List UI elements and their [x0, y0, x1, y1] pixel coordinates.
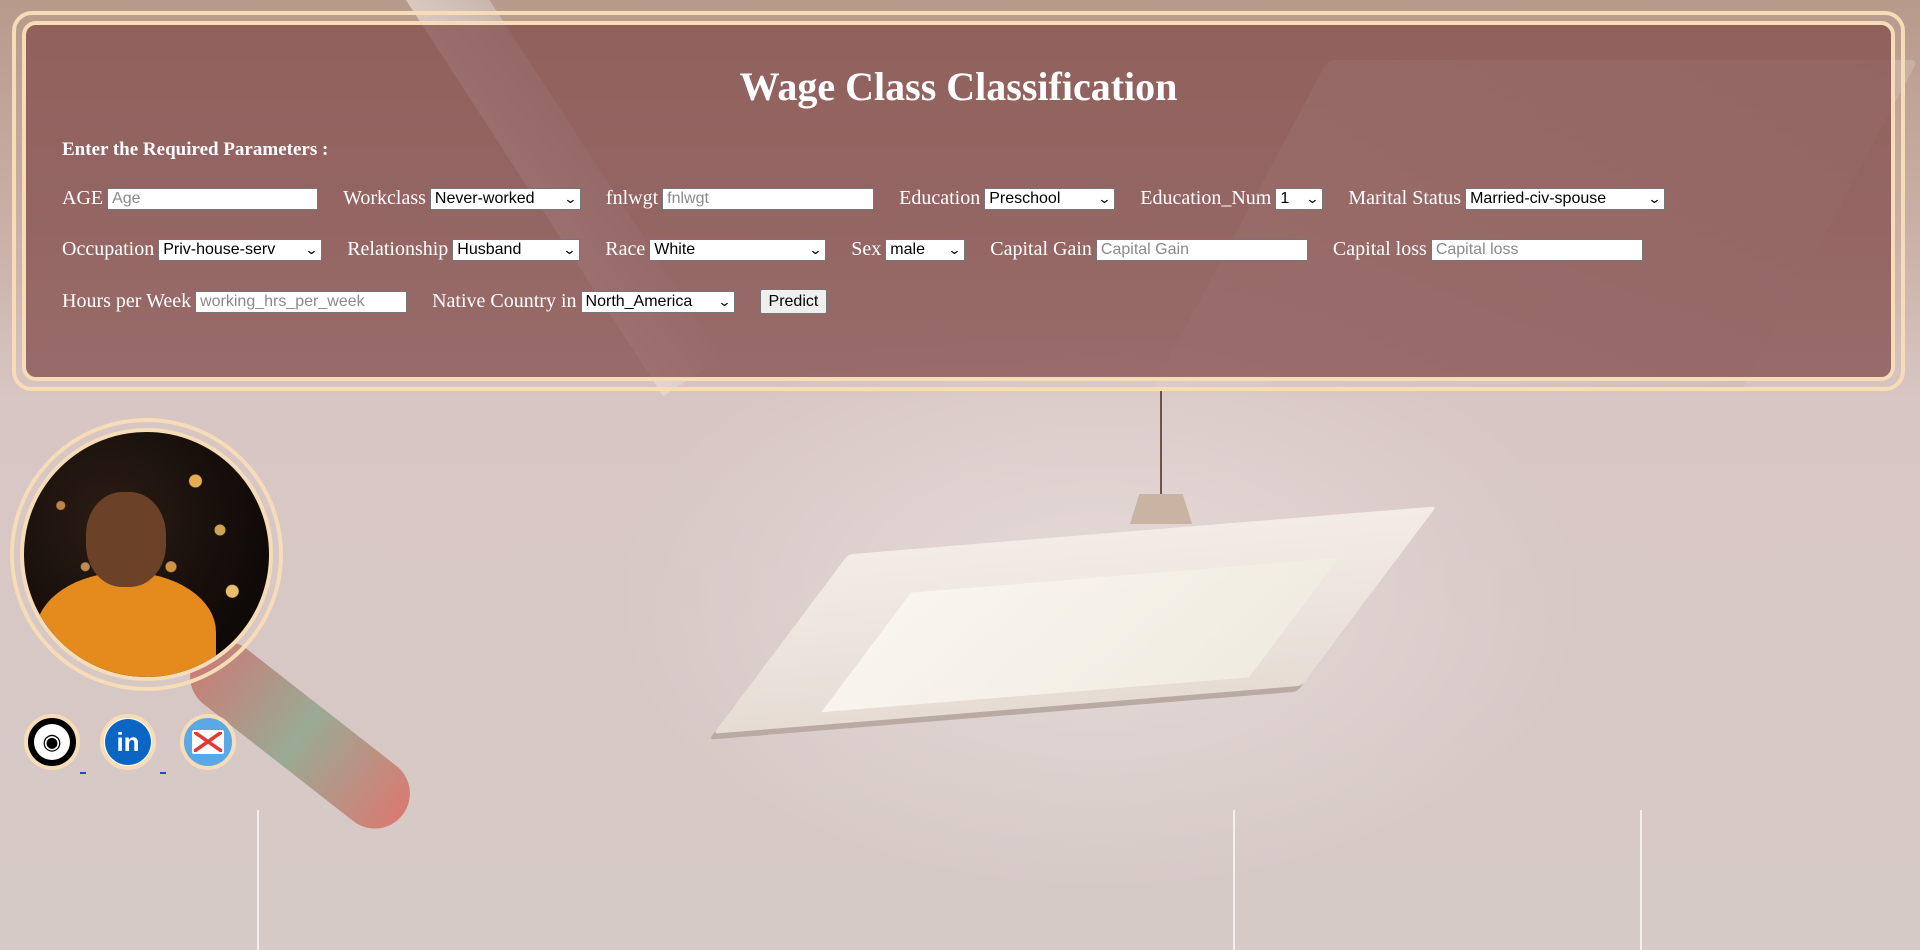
occupation-select[interactable]: Priv-house-serv ⌄	[158, 238, 323, 261]
chevron-down-icon: ⌄	[562, 241, 577, 257]
chevron-down-icon: ⌄	[947, 241, 962, 257]
chevron-down-icon: ⌄	[563, 190, 578, 206]
education-select[interactable]: Preschool ⌄	[984, 187, 1116, 210]
avatar-person-body	[36, 572, 216, 677]
background-line	[1640, 810, 1642, 950]
native-country-label: Native Country in	[432, 290, 577, 312]
marital-status-value: Married-civ-spouse	[1470, 189, 1607, 207]
fnlwgt-input[interactable]	[662, 187, 875, 210]
background-line	[257, 810, 259, 950]
chevron-down-icon: ⌄	[716, 293, 732, 309]
education-label: Education	[899, 187, 981, 209]
fnlwgt-label: fnlwgt	[605, 187, 659, 209]
native-country-value: North_America	[585, 292, 693, 310]
hours-per-week-input[interactable]	[195, 290, 408, 313]
capital-loss-input[interactable]	[1430, 238, 1643, 261]
workclass-label: Workclass	[343, 187, 426, 209]
form-row-3: Hours per Week Native Country in North_A…	[62, 289, 828, 314]
hours-per-week-field: Hours per Week	[62, 290, 408, 313]
age-input[interactable]	[107, 187, 319, 210]
form-row-1: AGE Workclass Never-worked ⌄ fnlwgt Educ…	[62, 187, 1690, 210]
form-panel-inner: Wage Class Classification Enter the Requ…	[22, 21, 1895, 381]
background-lamp-cap	[1130, 494, 1192, 524]
chevron-down-icon: ⌄	[1647, 190, 1662, 206]
race-field: Race White ⌄	[605, 238, 827, 261]
chevron-down-icon: ⌄	[304, 241, 319, 257]
relationship-label: Relationship	[347, 238, 449, 260]
relationship-value: Husband	[457, 240, 522, 258]
link-underline	[160, 772, 166, 774]
background-lamp-wire	[1160, 390, 1162, 500]
fnlwgt-field: fnlwgt	[605, 187, 875, 210]
sex-label: Sex	[851, 238, 882, 260]
avatar-person-head	[86, 492, 166, 587]
workclass-field: Workclass Never-worked ⌄	[343, 187, 581, 210]
marital-status-label: Marital Status	[1348, 187, 1462, 209]
occupation-field: Occupation Priv-house-serv ⌄	[62, 238, 323, 261]
predict-button[interactable]: Predict	[759, 289, 828, 314]
native-country-field: Native Country in North_America ⌄	[432, 290, 735, 313]
github-link[interactable]: ◉	[24, 714, 80, 770]
occupation-value: Priv-house-serv	[163, 240, 276, 258]
education-field: Education Preschool ⌄	[899, 187, 1116, 210]
gmail-link[interactable]	[180, 714, 236, 770]
form-row-2: Occupation Priv-house-serv ⌄ Relationshi…	[62, 238, 1668, 261]
relationship-field: Relationship Husband ⌄	[347, 238, 581, 261]
github-icon: ◉	[34, 724, 70, 760]
relationship-select[interactable]: Husband ⌄	[452, 238, 581, 261]
education-value: Preschool	[989, 189, 1061, 207]
workclass-select[interactable]: Never-worked ⌄	[429, 187, 581, 210]
race-select[interactable]: White ⌄	[649, 238, 827, 261]
link-underline	[80, 772, 86, 774]
capital-loss-label: Capital loss	[1332, 238, 1427, 260]
marital-status-field: Marital Status Married-civ-spouse ⌄	[1348, 187, 1666, 210]
hours-per-week-label: Hours per Week	[62, 290, 192, 312]
page-title: Wage Class Classification	[739, 64, 1178, 109]
chevron-down-icon: ⌄	[1097, 190, 1112, 206]
sex-select[interactable]: male ⌄	[885, 238, 966, 261]
profile-photo-frame	[10, 418, 283, 691]
form-panel: Wage Class Classification Enter the Requ…	[12, 11, 1905, 391]
education-num-field: Education_Num 1 ⌄	[1140, 187, 1324, 210]
gmail-icon	[192, 730, 224, 754]
sex-field: Sex male ⌄	[851, 238, 966, 261]
education-num-select[interactable]: 1 ⌄	[1275, 187, 1324, 210]
race-value: White	[654, 240, 696, 258]
linkedin-icon: in	[105, 719, 151, 765]
capital-gain-input[interactable]	[1095, 238, 1308, 261]
linkedin-link[interactable]: in	[100, 714, 156, 770]
chevron-down-icon: ⌄	[808, 241, 823, 257]
education-num-label: Education_Num	[1140, 187, 1272, 209]
capital-gain-field: Capital Gain	[990, 238, 1308, 261]
form-subtitle: Enter the Required Parameters :	[62, 139, 329, 160]
age-field: AGE	[62, 187, 319, 210]
sex-value: male	[890, 240, 925, 258]
workclass-value: Never-worked	[434, 189, 535, 207]
native-country-select[interactable]: North_America ⌄	[580, 290, 735, 313]
occupation-label: Occupation	[62, 238, 155, 260]
education-num-value: 1	[1280, 189, 1290, 207]
race-label: Race	[605, 238, 646, 260]
marital-status-select[interactable]: Married-civ-spouse ⌄	[1465, 187, 1666, 210]
age-label: AGE	[62, 187, 104, 209]
capital-loss-field: Capital loss	[1333, 238, 1643, 261]
chevron-down-icon: ⌄	[1305, 190, 1320, 206]
avatar	[20, 428, 273, 681]
capital-gain-label: Capital Gain	[990, 238, 1092, 260]
background-line	[1233, 810, 1235, 950]
